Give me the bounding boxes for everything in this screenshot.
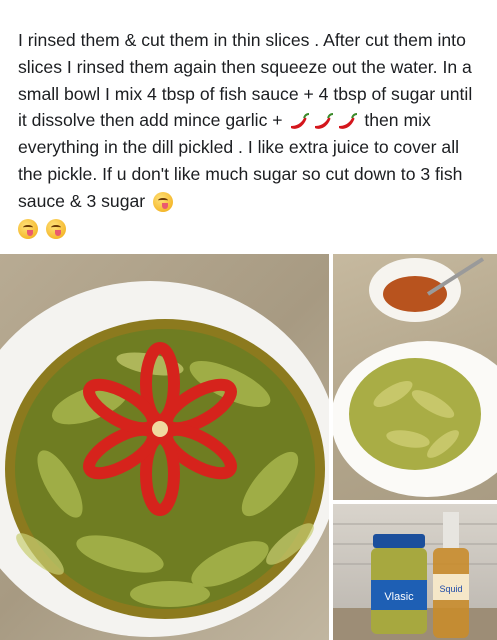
hot-pepper-icon xyxy=(311,112,335,132)
bottle-label: Squid xyxy=(439,584,462,594)
photo-main[interactable] xyxy=(0,254,329,640)
yum-face-icon xyxy=(18,218,38,239)
jar-label: Vlasic xyxy=(384,591,414,603)
yum-face-icon xyxy=(153,192,174,213)
hot-pepper-icon xyxy=(287,112,311,132)
post-paragraph: I rinsed them & cut them in thin slices … xyxy=(18,27,483,241)
photo-plate-and-sauce[interactable] xyxy=(333,254,497,500)
post-body: I rinsed them & cut them in thin slices … xyxy=(18,27,483,241)
hot-pepper-icon xyxy=(335,112,359,132)
yum-face-icon xyxy=(45,218,66,239)
photo-jar-and-bottle[interactable]: Vlasic Squid xyxy=(333,504,497,640)
